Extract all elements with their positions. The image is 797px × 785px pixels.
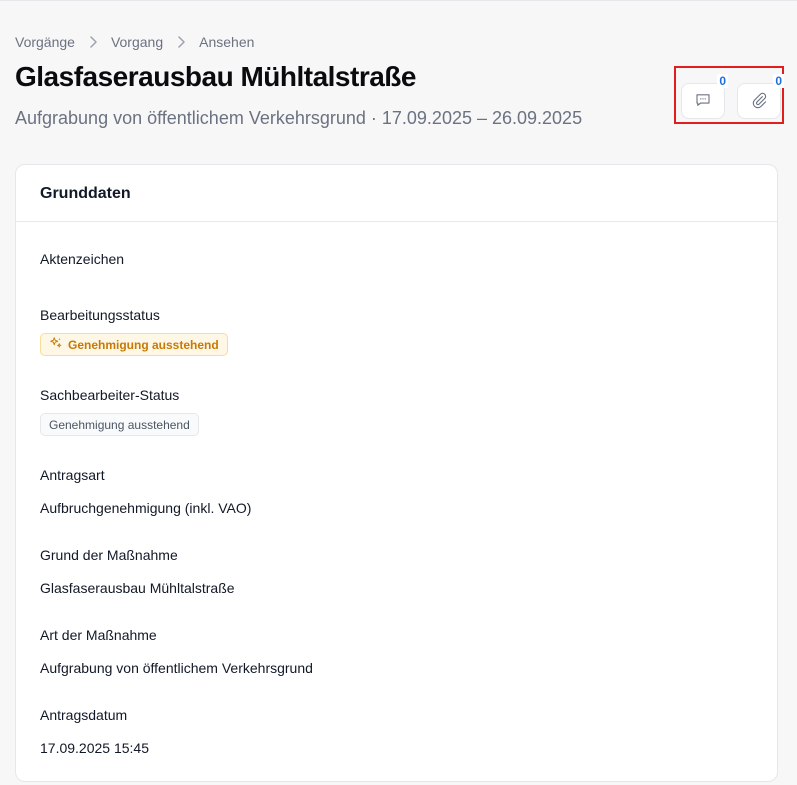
field-label: Grund der Maßnahme (40, 547, 178, 563)
sachbearbeiter-status-badge: Genehmigung ausstehend (40, 413, 199, 436)
field-bearbeitungsstatus: Bearbeitungsstatus Genehmigung ausstehen… (40, 307, 228, 356)
field-label: Aktenzeichen (40, 251, 125, 267)
field-aktenzeichen: Aktenzeichen (40, 251, 124, 284)
field-value: Aufgrabung von öffentlichem Verkehrsgrun… (40, 660, 313, 676)
status-badge: Genehmigung ausstehend (40, 333, 228, 356)
breadcrumb-link-vorgang[interactable]: Vorgang (111, 34, 163, 50)
field-value: 17.09.2025 15:45 (40, 740, 149, 756)
attachments-count-badge: 0 (773, 74, 784, 88)
comments-button[interactable]: 0 (681, 74, 728, 119)
comments-count-badge: 0 (717, 74, 728, 88)
card-title: Grunddaten (16, 165, 777, 222)
attachments-button[interactable]: 0 (737, 74, 784, 119)
chevron-right-icon (89, 36, 97, 48)
breadcrumb: Vorgänge Vorgang Ansehen (15, 34, 254, 50)
status-badge-label: Genehmigung ausstehend (68, 337, 219, 352)
breadcrumb-link-vorgaenge[interactable]: Vorgänge (15, 34, 75, 50)
paperclip-icon (750, 91, 768, 112)
field-label: Sachbearbeiter-Status (40, 387, 180, 403)
chevron-right-icon (177, 36, 185, 48)
field-label: Antragsdatum (40, 707, 128, 723)
field-antragsdatum: Antragsdatum 17.09.2025 15:45 (40, 707, 149, 756)
page-subtitle: Aufgrabung von öffentlichem Verkehrsgrun… (15, 108, 583, 128)
field-antragsart: Antragsart Aufbruchgenehmigung (inkl. VA… (40, 467, 251, 516)
field-art-der-massnahme: Art der Maßnahme Aufgrabung von öffentli… (40, 627, 313, 676)
field-grund-der-massnahme: Grund der Maßnahme Glasfaserausbau Mühlt… (40, 547, 235, 596)
field-label: Art der Maßnahme (40, 627, 157, 643)
header-actions: 0 0 (674, 66, 784, 124)
field-value: Glasfaserausbau Mühltalstraße (40, 580, 235, 596)
page: Vorgänge Vorgang Ansehen Glasfaserausbau… (0, 0, 797, 785)
sparkles-icon (49, 336, 63, 353)
field-label: Antragsart (40, 467, 105, 483)
field-value: Aufbruchgenehmigung (inkl. VAO) (40, 500, 252, 516)
page-title: Glasfaserausbau Mühltalstraße (15, 61, 416, 92)
field-label: Bearbeitungsstatus (40, 307, 160, 323)
comment-icon (694, 91, 712, 112)
breadcrumb-current: Ansehen (199, 34, 255, 50)
field-sachbearbeiter-status: Sachbearbeiter-Status Genehmigung ausste… (40, 387, 199, 436)
grunddaten-card: Grunddaten Aktenzeichen Bearbeitungsstat… (15, 164, 778, 782)
